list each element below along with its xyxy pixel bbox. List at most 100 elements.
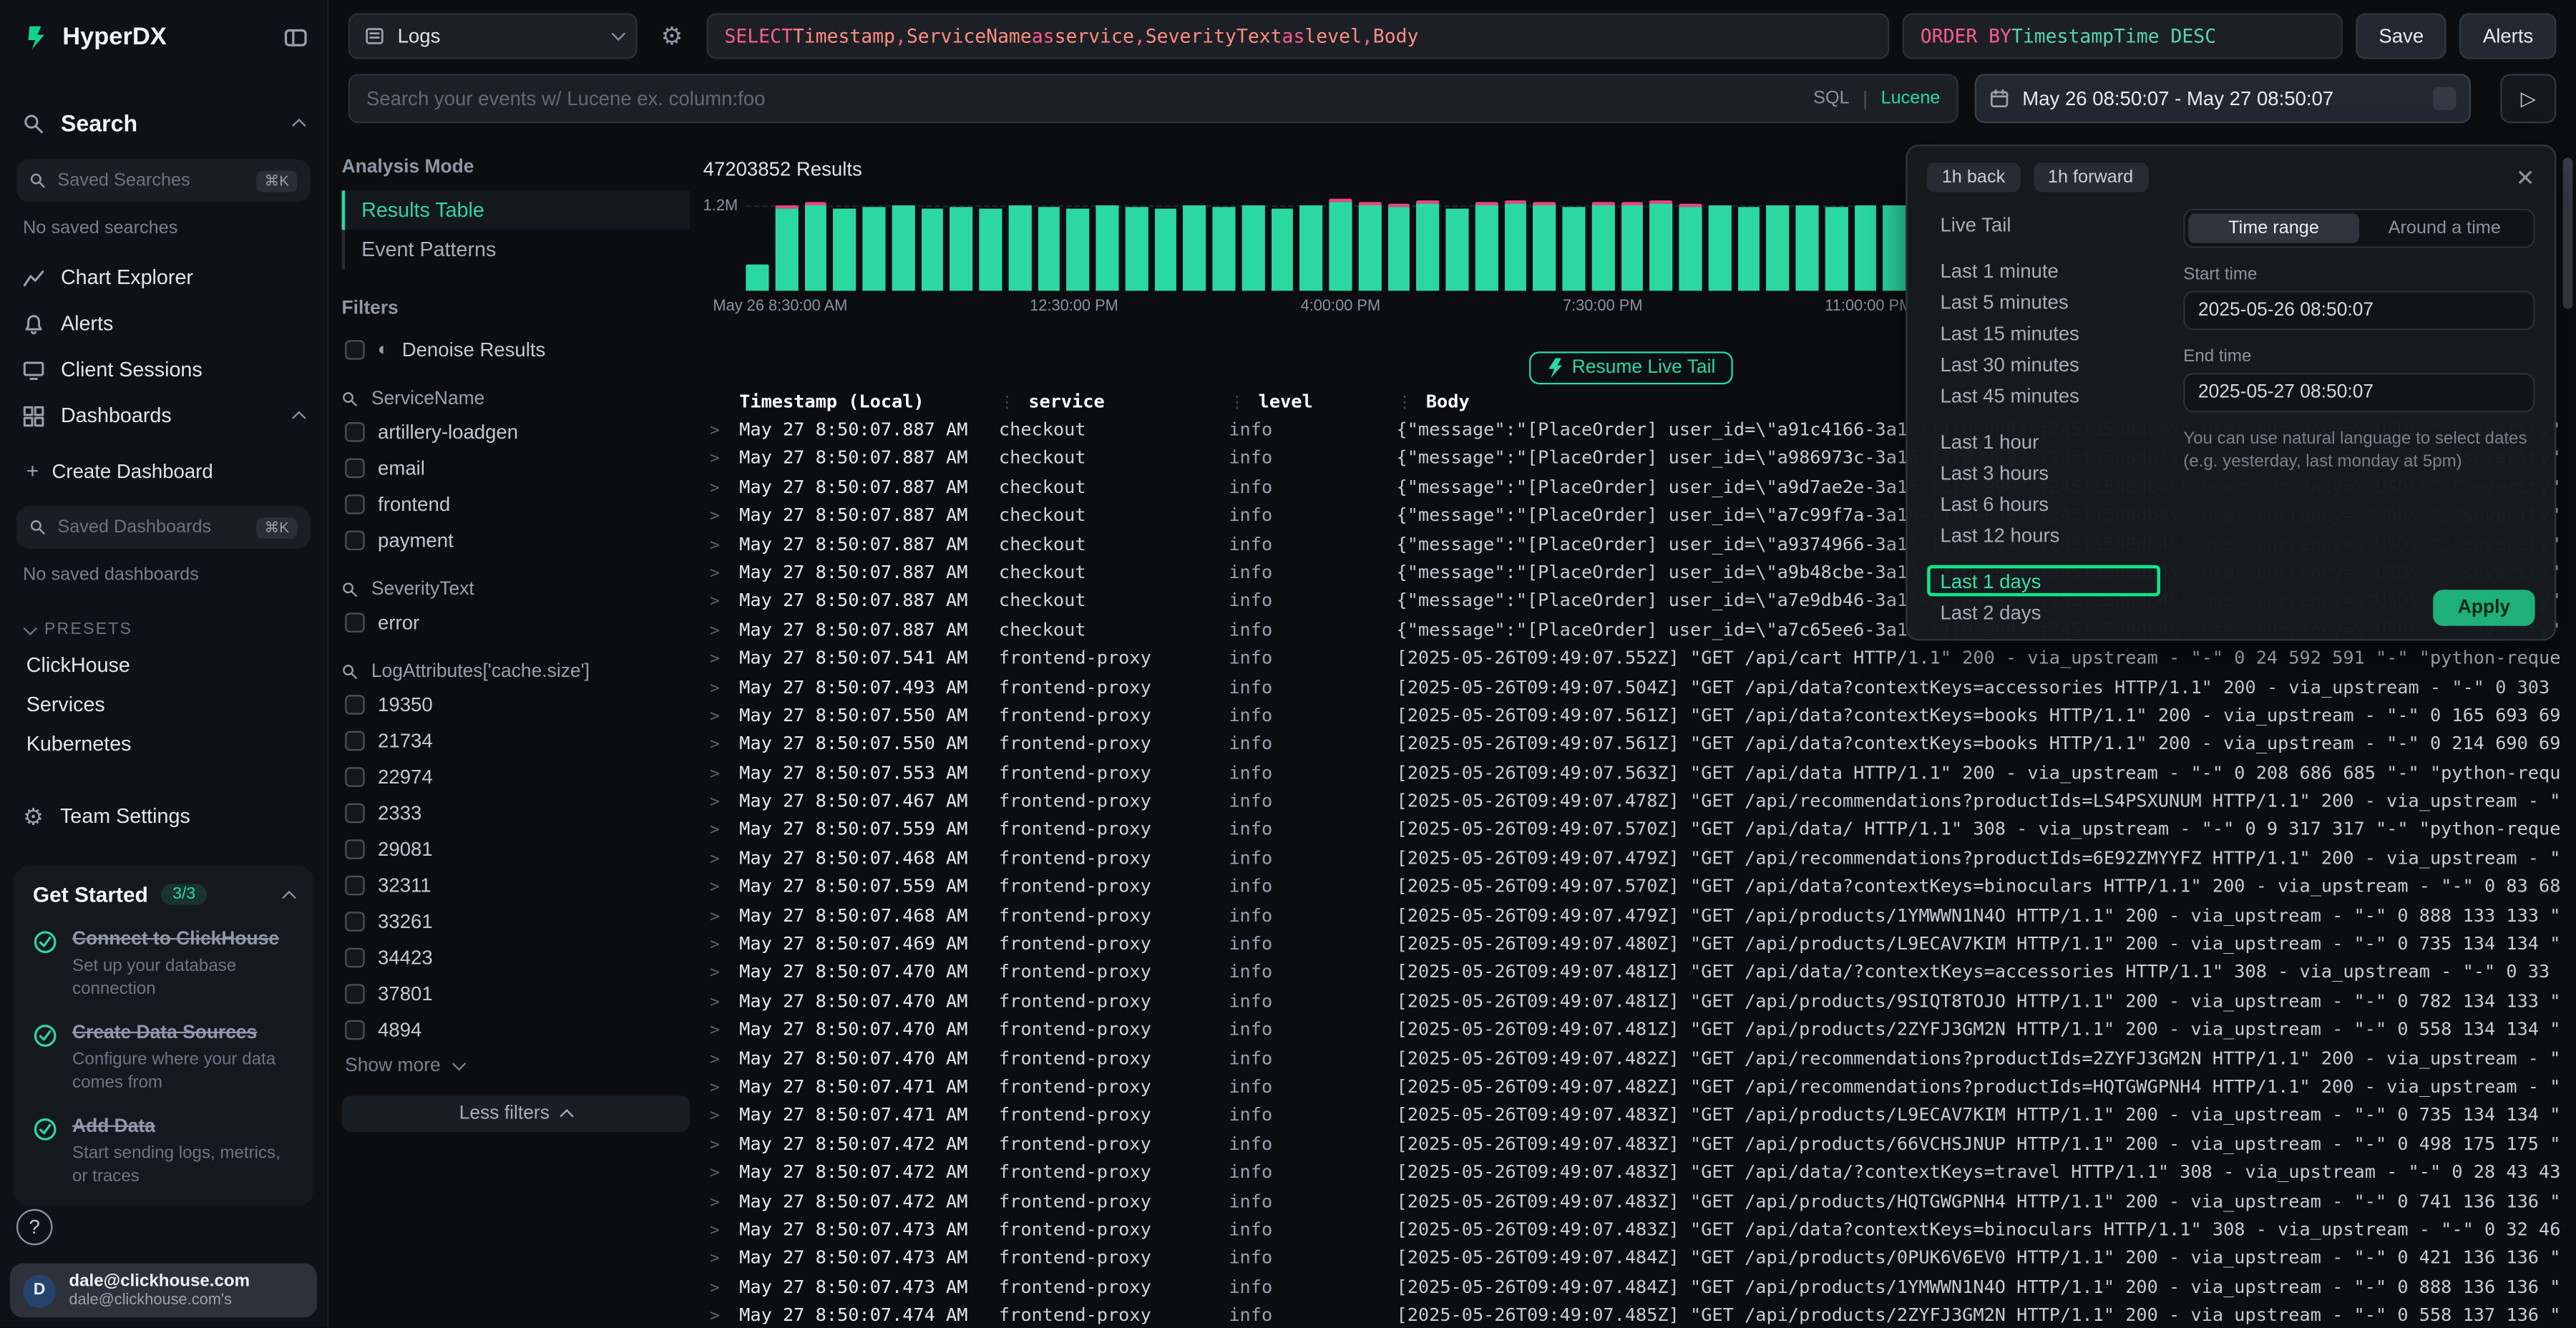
end-time-input[interactable] [2183,373,2534,412]
shift-forward-button[interactable]: 1h forward [2033,162,2148,192]
user-menu[interactable]: D dale@clickhouse.com dale@clickhouse.co… [10,1264,317,1318]
time-option-live-tail[interactable]: Live Tail [1927,209,2160,240]
column-resize-handle[interactable]: ⋮ [999,394,1015,412]
sidebar-item-team-settings[interactable]: ⚙ Team Settings [0,794,327,839]
log-row[interactable]: >May 27 8:50:07.473 AMfrontend-proxyinfo… [703,1276,2560,1304]
log-row[interactable]: >May 27 8:50:07.471 AMfrontend-proxyinfo… [703,1076,2560,1105]
run-query-button[interactable]: ▷ [2500,74,2556,123]
log-row[interactable]: >May 27 8:50:07.550 AMfrontend-proxyinfo… [703,733,2560,762]
search-input[interactable] [366,87,1800,110]
log-row[interactable]: >May 27 8:50:07.468 AMfrontend-proxyinfo… [703,847,2560,876]
facet-value-checkbox[interactable]: payment [342,522,691,559]
time-option[interactable]: Last 5 minutes [1927,285,2160,317]
scrollbar[interactable] [2563,155,2573,1317]
lucene-toggle[interactable]: Lucene [1881,89,1941,109]
log-row[interactable]: >May 27 8:50:07.474 AMfrontend-proxyinfo… [703,1304,2560,1324]
sidebar-item-chart-explorer[interactable]: Chart Explorer [0,255,327,301]
log-row[interactable]: >May 27 8:50:07.472 AMfrontend-proxyinfo… [703,1190,2560,1219]
time-option[interactable]: Last 1 days [1927,565,2160,597]
time-option[interactable]: Last 15 minutes [1927,317,2160,348]
show-more-link[interactable]: Show more [342,1048,691,1076]
time-option[interactable]: Last 1 hour [1927,426,2160,457]
facet-value-checkbox[interactable]: frontend [342,487,691,523]
log-row[interactable]: >May 27 8:50:07.472 AMfrontend-proxyinfo… [703,1133,2560,1162]
time-option[interactable]: Last 2 days [1927,596,2160,625]
sql-toggle[interactable]: SQL [1813,89,1850,109]
facet-value-checkbox[interactable]: 32311 [342,867,691,904]
source-select[interactable]: Logs [348,13,638,59]
log-row[interactable]: >May 27 8:50:07.493 AMfrontend-proxyinfo… [703,676,2560,705]
facet-value-checkbox[interactable]: 33261 [342,904,691,940]
facet-value-checkbox[interactable]: 37801 [342,976,691,1012]
get-started-step[interactable]: Create Data SourcesConfigure where your … [33,1022,294,1095]
log-row[interactable]: >May 27 8:50:07.472 AMfrontend-proxyinfo… [703,1162,2560,1191]
apply-button[interactable]: Apply [2433,590,2534,626]
facet-value-checkbox[interactable]: 22974 [342,759,691,796]
denoise-results-checkbox[interactable]: ◐ Denoise Results [342,332,691,368]
log-row[interactable]: >May 27 8:50:07.559 AMfrontend-proxyinfo… [703,819,2560,847]
facet-value-checkbox[interactable]: 19350 [342,687,691,723]
facet-field-header[interactable]: LogAttributes['cache.size'] [342,662,691,682]
facet-value-checkbox[interactable]: 2333 [342,795,691,831]
log-row[interactable]: >May 27 8:50:07.550 AMfrontend-proxyinfo… [703,705,2560,733]
facet-value-checkbox[interactable]: artillery-loadgen [342,414,691,451]
time-option[interactable]: Last 12 hours [1927,519,2160,551]
time-range-input[interactable]: May 26 08:50:07 - May 27 08:50:07 [1975,74,2471,123]
log-row[interactable]: >May 27 8:50:07.467 AMfrontend-proxyinfo… [703,791,2560,819]
presets-toggle[interactable]: PRESETS [0,601,327,645]
less-filters-button[interactable]: Less filters [342,1095,691,1132]
get-started-header[interactable]: Get Started 3/3 [33,882,294,907]
sidebar-preset-item[interactable]: Services [0,685,327,724]
sidebar-item-alerts[interactable]: Alerts [0,301,327,346]
sidebar-item-dashboards[interactable]: Dashboards [0,393,327,439]
log-row[interactable]: >May 27 8:50:07.541 AMfrontend-proxyinfo… [703,648,2560,676]
analysis-mode-option[interactable]: Results Table [342,190,691,230]
log-row[interactable]: >May 27 8:50:07.470 AMfrontend-proxyinfo… [703,1019,2560,1048]
log-row[interactable]: >May 27 8:50:07.473 AMfrontend-proxyinfo… [703,1247,2560,1276]
facet-value-checkbox[interactable]: error [342,605,691,641]
column-resize-handle[interactable]: ⋮ [1397,394,1413,412]
scrollbar-thumb[interactable] [2563,157,2573,308]
start-time-input[interactable] [2183,290,2534,330]
facet-value-checkbox[interactable]: 29081 [342,831,691,868]
get-started-step[interactable]: Add DataStart sending logs, metrics, or … [33,1116,294,1189]
time-option[interactable]: Last 1 minute [1927,255,2160,286]
log-row[interactable]: >May 27 8:50:07.469 AMfrontend-proxyinfo… [703,933,2560,962]
collapse-sidebar-icon[interactable] [284,26,307,49]
log-row[interactable]: >May 27 8:50:07.553 AMfrontend-proxyinfo… [703,762,2560,791]
log-row[interactable]: >May 27 8:50:07.473 AMfrontend-proxyinfo… [703,1219,2560,1247]
sidebar-item-client-sessions[interactable]: Client Sessions [0,346,327,392]
close-icon[interactable]: ✕ [2516,166,2535,189]
sidebar-preset-item[interactable]: ClickHouse [0,645,327,685]
log-row[interactable]: >May 27 8:50:07.559 AMfrontend-proxyinfo… [703,876,2560,904]
time-option[interactable]: Last 45 minutes [1927,379,2160,411]
sidebar-preset-item[interactable]: Kubernetes [0,724,327,763]
sql-select-editor[interactable]: SELECT Timestamp, ServiceName as service… [706,13,1889,59]
saved-dashboards-input[interactable]: Saved Dashboards ⌘K [16,506,311,549]
time-option[interactable]: Last 3 hours [1927,456,2160,488]
time-option[interactable]: Last 6 hours [1927,488,2160,519]
facet-value-checkbox[interactable]: 21734 [342,723,691,759]
log-row[interactable]: >May 27 8:50:07.470 AMfrontend-proxyinfo… [703,1048,2560,1076]
column-resize-handle[interactable]: ⋮ [1229,394,1245,412]
facet-value-checkbox[interactable]: 4894 [342,1012,691,1048]
sidebar-item-search[interactable]: Search [0,100,327,146]
facet-field-header[interactable]: ServiceName [342,389,691,409]
facet-field-header[interactable]: SeverityText [342,580,691,600]
get-started-step[interactable]: Connect to ClickHouseSet up your databas… [33,928,294,1001]
facet-value-checkbox[interactable]: email [342,450,691,487]
source-settings-button[interactable]: ⚙ [650,13,693,59]
tab-around-a-time[interactable]: Around a time [2359,213,2530,243]
alerts-button[interactable]: Alerts [2460,13,2557,59]
tab-time-range[interactable]: Time range [2188,213,2359,243]
shift-back-button[interactable]: 1h back [1927,162,2020,192]
save-button[interactable]: Save [2356,13,2446,59]
help-button[interactable]: ? [16,1209,53,1246]
time-option[interactable]: Last 30 minutes [1927,348,2160,380]
resume-live-tail-button[interactable]: Resume Live Tail [1529,351,1734,384]
create-dashboard-button[interactable]: + Create Dashboard [0,445,327,493]
analysis-mode-option[interactable]: Event Patterns [342,230,691,269]
log-row[interactable]: >May 27 8:50:07.471 AMfrontend-proxyinfo… [703,1105,2560,1133]
sql-orderby-editor[interactable]: ORDER BY TimestampTime DESC [1903,13,2343,59]
log-row[interactable]: >May 27 8:50:07.468 AMfrontend-proxyinfo… [703,904,2560,933]
